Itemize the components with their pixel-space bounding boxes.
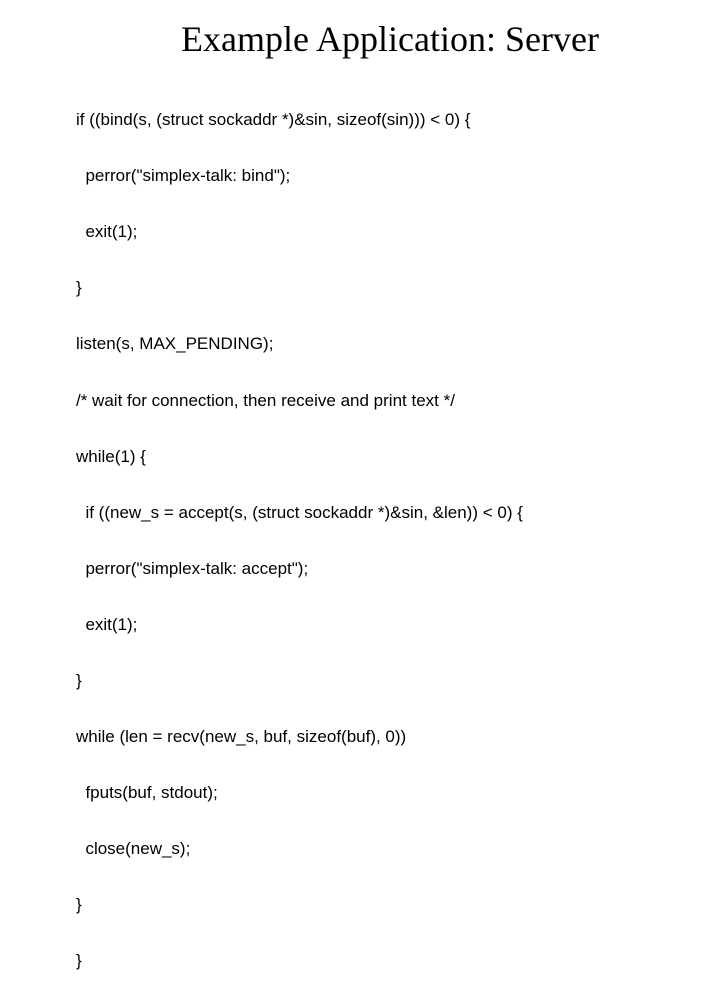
code-line: } xyxy=(76,891,680,919)
code-line: while (len = recv(new_s, buf, sizeof(buf… xyxy=(76,723,680,751)
code-line: listen(s, MAX_PENDING); xyxy=(76,330,680,358)
code-line: if ((bind(s, (struct sockaddr *)&sin, si… xyxy=(76,106,680,134)
code-line: close(new_s); xyxy=(76,835,680,863)
code-line: exit(1); xyxy=(76,218,680,246)
code-line: /* wait for connection, then receive and… xyxy=(76,387,680,415)
code-line: } xyxy=(76,667,680,695)
code-line: } xyxy=(76,947,680,975)
slide-title: Example Application: Server xyxy=(100,18,680,60)
code-line: } xyxy=(76,274,680,302)
code-line: if ((new_s = accept(s, (struct sockaddr … xyxy=(76,499,680,527)
code-line: while(1) { xyxy=(76,443,680,471)
code-block: if ((bind(s, (struct sockaddr *)&sin, si… xyxy=(60,78,680,1004)
code-line: perror("simplex-talk: bind"); xyxy=(76,162,680,190)
code-line: fputs(buf, stdout); xyxy=(76,779,680,807)
code-line: exit(1); xyxy=(76,611,680,639)
code-line: perror("simplex-talk: accept"); xyxy=(76,555,680,583)
